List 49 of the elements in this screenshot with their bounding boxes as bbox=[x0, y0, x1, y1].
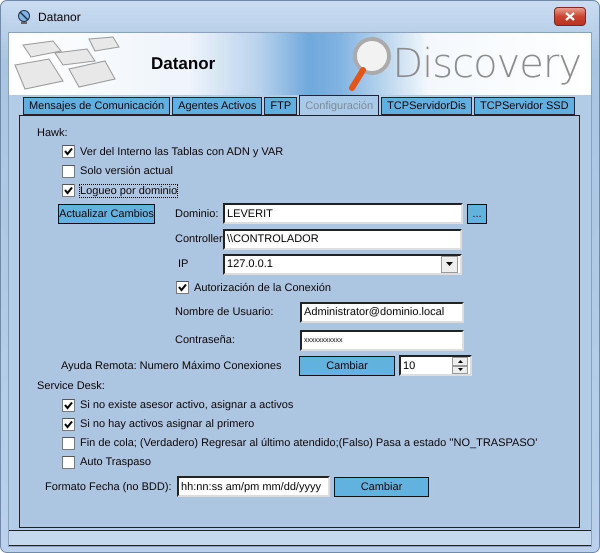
input-field[interactable]: Administrator@dominio.local bbox=[300, 302, 464, 322]
section-label: Hawk: bbox=[37, 126, 68, 138]
field-label: Contraseña: bbox=[175, 334, 236, 346]
up-arrow-icon bbox=[458, 360, 462, 363]
tab[interactable]: Mensajes de Comunicación bbox=[23, 97, 170, 115]
update-button[interactable]: Actualizar Cambios bbox=[58, 204, 155, 224]
change-button[interactable]: Cambiar bbox=[334, 476, 429, 496]
number-spinner[interactable]: 10 bbox=[399, 355, 472, 376]
tab[interactable]: Agentes Activos bbox=[172, 97, 262, 115]
section-label: Service Desk: bbox=[37, 380, 105, 392]
checkbox[interactable] bbox=[62, 456, 75, 468]
change-button[interactable]: Cambiar bbox=[299, 356, 395, 376]
close-button[interactable] bbox=[554, 7, 586, 26]
checkbox-label[interactable]: Solo versión actual bbox=[80, 165, 173, 178]
checkbox[interactable] bbox=[62, 184, 75, 198]
tab[interactable]: FTP bbox=[264, 97, 298, 115]
input-field[interactable]: \\CONTROLADOR bbox=[223, 228, 462, 250]
checkbox[interactable] bbox=[176, 281, 189, 294]
checkbox-label[interactable]: Fin de cola; (Verdadero) Regresar al último atendido;(Falso) Pasa a estado ''NO_TRASPASO' bbox=[80, 437, 538, 449]
checkbox[interactable] bbox=[62, 398, 75, 412]
banner-title: Datanor bbox=[151, 54, 216, 74]
input-field[interactable]: LEVERIT bbox=[223, 203, 463, 224]
dropdown[interactable]: 127.0.0.1 bbox=[223, 254, 462, 274]
checkbox-label[interactable]: Logueo por dominio bbox=[80, 184, 178, 197]
logo-wordmark: Discovery bbox=[392, 41, 581, 87]
checkbox[interactable] bbox=[62, 164, 75, 178]
checkbox-label[interactable]: Auto Traspaso bbox=[80, 456, 151, 468]
browse-button[interactable]: ... bbox=[467, 204, 487, 224]
tab[interactable]: TCPServidorDis bbox=[381, 97, 472, 115]
magnifier-icon bbox=[346, 36, 392, 92]
down-arrow-icon bbox=[458, 368, 462, 372]
window-title: Datanor bbox=[38, 10, 82, 24]
checkbox[interactable] bbox=[62, 418, 75, 430]
tab[interactable]: TCPServidor SSD bbox=[474, 97, 575, 115]
checkbox-label[interactable]: Autorización de la Conexión bbox=[194, 282, 331, 294]
checkbox-label[interactable]: Si no existe asesor activo, asignar a activos bbox=[80, 399, 294, 411]
field-label: Ayuda Remota: Numero Máximo Conexiones bbox=[61, 360, 283, 372]
field-label: Nombre de Usuario: bbox=[175, 306, 274, 318]
close-icon bbox=[565, 12, 575, 21]
field-label: Formato Fecha (no BDD): bbox=[45, 480, 173, 492]
checkbox-label[interactable]: Si no hay activos asignar al primero bbox=[80, 418, 254, 430]
caret-icon bbox=[446, 262, 453, 266]
checkbox-label[interactable]: Ver del Interno las Tablas con ADN y VAR bbox=[80, 146, 284, 158]
app-icon bbox=[16, 8, 32, 24]
checkbox[interactable] bbox=[62, 145, 75, 158]
field-label: IP bbox=[178, 258, 190, 270]
field-label: Dominio: bbox=[175, 208, 219, 220]
input-field[interactable]: hh:nn:ss am/pm mm/dd/yyyy bbox=[177, 476, 330, 497]
checkbox[interactable] bbox=[62, 436, 75, 450]
